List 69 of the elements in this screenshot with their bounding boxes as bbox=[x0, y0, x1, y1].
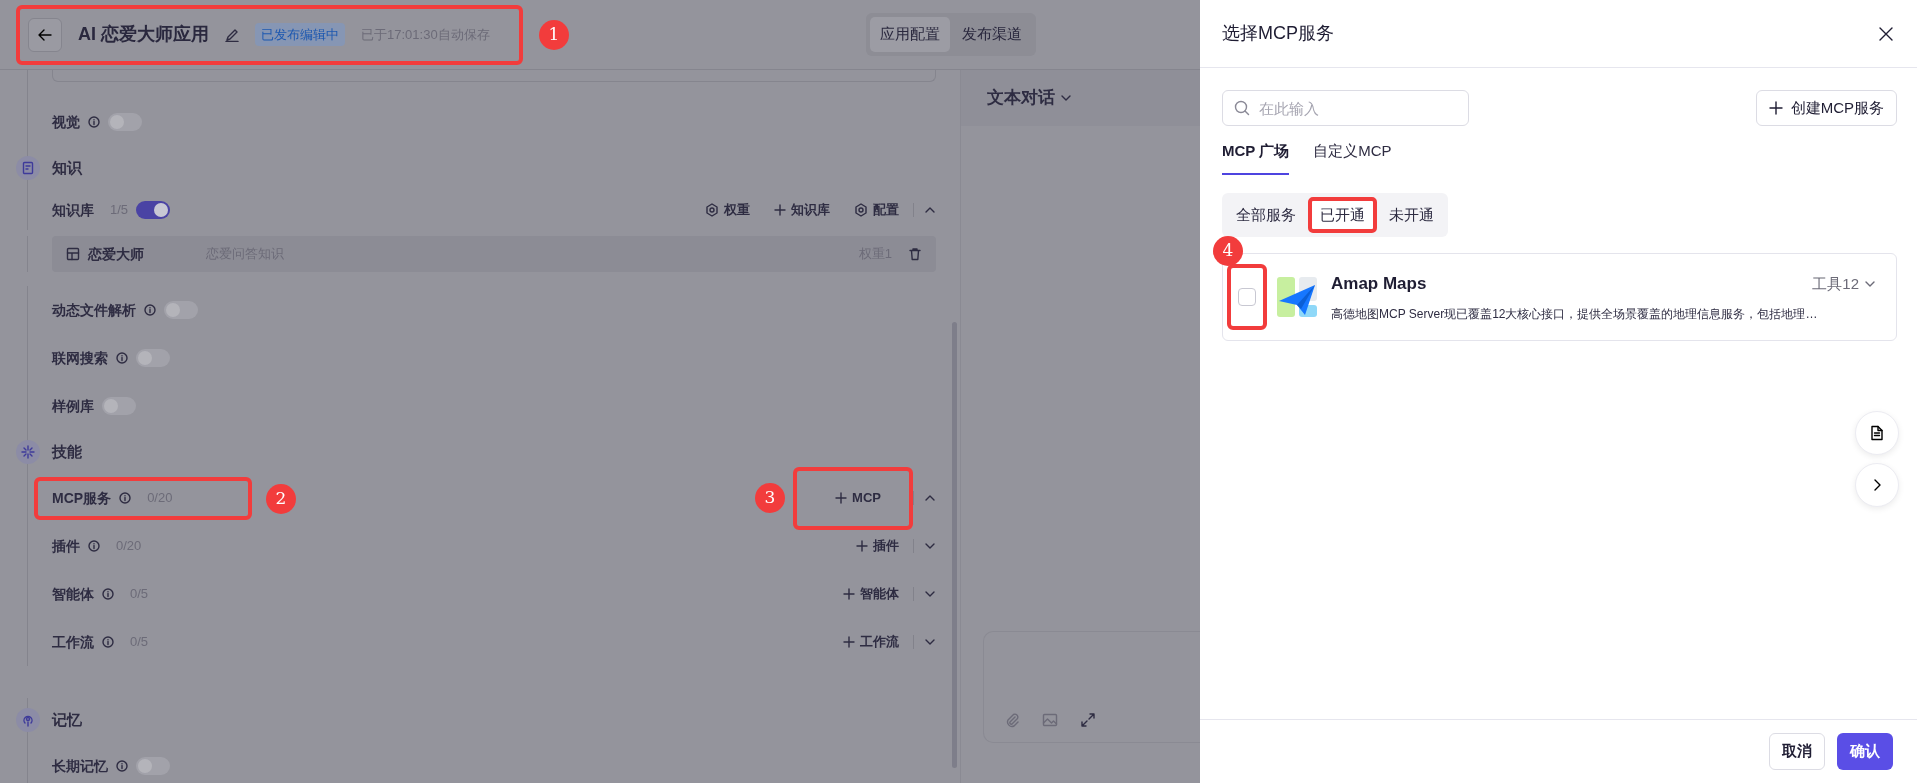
setting-label: 长期记忆 bbox=[52, 756, 108, 776]
setting-label: 插件 bbox=[52, 536, 80, 556]
plus-icon bbox=[835, 492, 848, 504]
paperclip-icon[interactable] bbox=[1004, 712, 1020, 728]
toggle-switch[interactable] bbox=[136, 349, 170, 367]
toggle-switch[interactable] bbox=[136, 757, 170, 775]
action-button[interactable]: MCP bbox=[831, 486, 885, 510]
create-button[interactable]: 创建MCP服务 bbox=[1755, 90, 1897, 126]
action-button[interactable]: 权重 bbox=[701, 198, 754, 222]
entry-name: 恋爱大师 bbox=[88, 244, 145, 264]
plus-icon bbox=[843, 588, 855, 600]
step-badge: 2 bbox=[266, 483, 296, 514]
document-button[interactable] bbox=[1855, 411, 1899, 455]
step-badge: 4 bbox=[1213, 236, 1243, 266]
cancel-button[interactable]: 取消 bbox=[1769, 733, 1825, 770]
back-button[interactable] bbox=[28, 17, 62, 52]
setting-label: MCP服务 bbox=[52, 488, 112, 508]
search-field[interactable]: 在此输入 bbox=[1222, 90, 1469, 126]
app-logo bbox=[1275, 275, 1319, 319]
section-title: 技能 bbox=[52, 441, 82, 462]
app-title: AI 恋爱大师应用 bbox=[78, 23, 209, 46]
trash-icon[interactable] bbox=[908, 247, 922, 261]
setting-label: 联网搜索 bbox=[52, 348, 108, 368]
table-icon bbox=[66, 247, 80, 261]
toggle-switch[interactable] bbox=[164, 301, 198, 319]
plus-icon bbox=[1768, 101, 1783, 115]
search-icon bbox=[1234, 100, 1250, 116]
drawer-tab[interactable]: MCP 广场 bbox=[1222, 140, 1290, 175]
section-title: 记忆 bbox=[52, 709, 82, 730]
document-icon bbox=[1869, 425, 1885, 441]
plus-icon bbox=[843, 636, 855, 648]
setting-label: 智能体 bbox=[52, 584, 94, 604]
plus-icon bbox=[856, 540, 868, 552]
checkbox[interactable] bbox=[1238, 288, 1256, 306]
setting-label: 知识库 bbox=[52, 200, 94, 220]
confirm-button[interactable]: 确认 bbox=[1837, 733, 1893, 770]
toggle-switch[interactable] bbox=[102, 397, 136, 415]
setting-label: 动态文件解析 bbox=[52, 300, 136, 320]
action-button[interactable]: 插件 bbox=[852, 534, 903, 558]
action-button[interactable]: 工作流 bbox=[839, 630, 903, 654]
action-button[interactable]: 配置 bbox=[850, 198, 903, 222]
header-tab[interactable]: 应用配置 bbox=[870, 17, 950, 52]
plus-icon bbox=[774, 204, 786, 216]
step-badge: 1 bbox=[539, 19, 569, 50]
settings-icon bbox=[705, 203, 719, 217]
setting-label: 样例库 bbox=[52, 396, 94, 416]
filter-button[interactable]: 全部服务 bbox=[1226, 196, 1306, 233]
setting-label: 工作流 bbox=[52, 632, 94, 652]
section-title: 知识 bbox=[52, 157, 82, 178]
tools-dropdown[interactable]: 工具12 bbox=[1808, 270, 1880, 298]
drawer-tab[interactable]: 自定义MCP bbox=[1313, 140, 1392, 175]
drawer-title: 选择MCP服务 bbox=[1222, 22, 1334, 45]
step-badge: 3 bbox=[755, 482, 785, 513]
header-tab[interactable]: 发布渠道 bbox=[952, 17, 1032, 52]
action-button[interactable]: 知识库 bbox=[770, 198, 834, 222]
filter-button[interactable]: 已开通 bbox=[1308, 196, 1377, 233]
service-description: 高德地图MCP Server现已覆盖12大核心接口，提供全场景覆盖的地理信息服务，包括地理… bbox=[1331, 306, 1819, 324]
toggle-switch[interactable] bbox=[108, 113, 142, 131]
status-badge: 已发布编辑中 bbox=[255, 22, 345, 47]
toggle-switch[interactable] bbox=[136, 201, 171, 219]
filter-button[interactable]: 未开通 bbox=[1379, 196, 1444, 233]
settings-icon bbox=[854, 203, 868, 217]
sparkle-icon bbox=[21, 445, 35, 459]
service-name: Amap Maps bbox=[1331, 273, 1427, 296]
book-icon bbox=[21, 161, 35, 175]
setting-label: 视觉 bbox=[52, 112, 80, 132]
expand-icon[interactable] bbox=[1080, 712, 1096, 728]
edit-icon[interactable] bbox=[225, 27, 239, 42]
action-button[interactable]: 智能体 bbox=[839, 582, 903, 606]
